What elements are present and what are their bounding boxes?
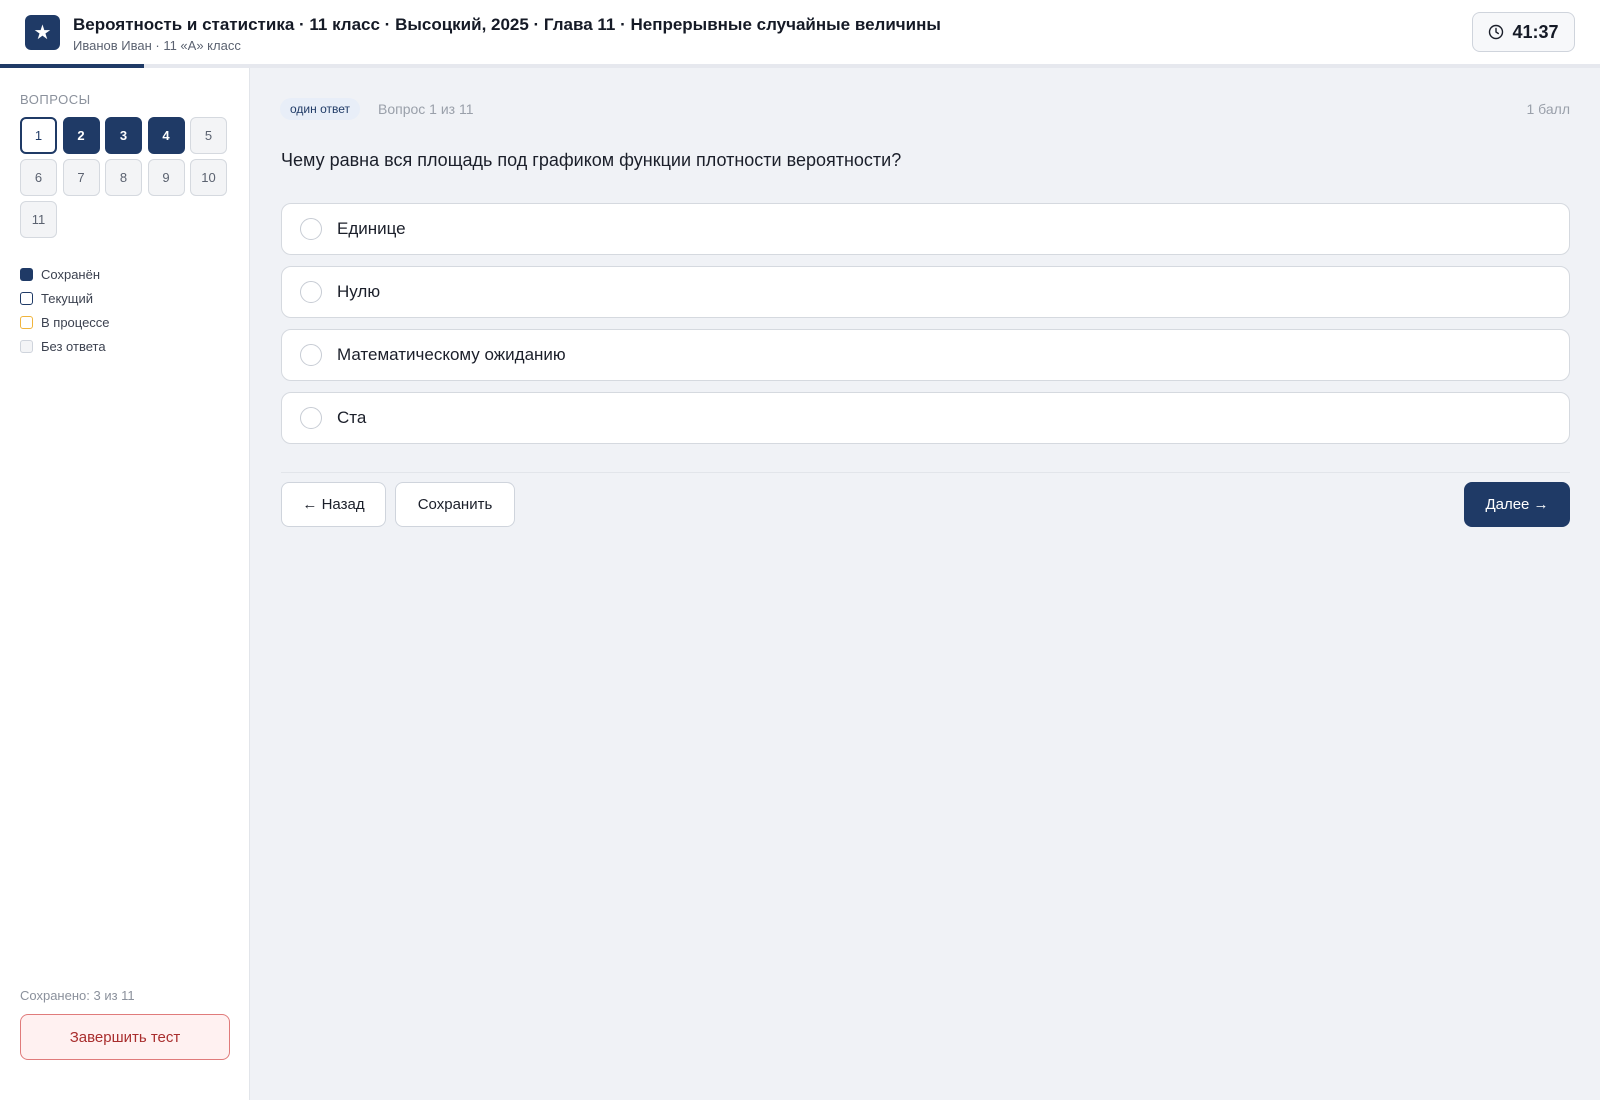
top-header: ★ Вероятность и статистика · 11 класс · …	[0, 0, 1600, 65]
clock-icon	[1489, 24, 1504, 40]
legend-current: Текущий	[20, 286, 110, 310]
save-button[interactable]: Сохранить	[395, 482, 515, 527]
legend-saved-label: Сохранён	[41, 266, 101, 282]
radio-button[interactable]	[300, 344, 322, 366]
question-nav-button[interactable]: 7	[62, 159, 100, 196]
question-text: Чему равна вся площадь под графиком функ…	[281, 150, 902, 170]
question-nav-button[interactable]: 4	[147, 117, 185, 154]
answer-option-label: Единице	[337, 219, 406, 238]
question-counter: Вопрос 1 из 11	[378, 101, 474, 117]
legend-current-swatch	[20, 291, 33, 305]
legend-in-progress-label: В процессе	[41, 314, 110, 330]
question-nav-button[interactable]: 8	[105, 159, 142, 196]
divider	[281, 472, 1570, 473]
back-button[interactable]: ← Назад	[281, 482, 386, 527]
timer-value: 41:37	[1512, 21, 1559, 42]
answer-option[interactable]: Единице	[281, 203, 1570, 255]
saved-count: Сохранено: 3 из 11	[20, 988, 135, 1003]
question-nav-button[interactable]: 6	[20, 159, 57, 196]
answer-option[interactable]: Нулю	[281, 266, 1570, 318]
legend-saved: Сохранён	[20, 262, 110, 286]
page-title: Вероятность и статистика · 11 класс · Вы…	[73, 15, 941, 34]
answer-option-label: Математическому ожиданию	[337, 345, 566, 364]
radio-button[interactable]	[300, 407, 322, 429]
question-nav-button[interactable]: 10	[190, 159, 227, 196]
question-panel: один ответ Вопрос 1 из 11 1 балл Чему ра…	[250, 68, 1600, 1100]
status-legend: Сохранён Текущий В процессе Без ответа	[20, 262, 110, 358]
finish-test-button[interactable]: Завершить тест	[20, 1014, 230, 1060]
legend-in-progress-swatch	[20, 315, 33, 329]
answer-type-badge: один ответ	[280, 98, 360, 120]
question-sidebar: ВОПРОСЫ 1 2 3 4 5 6 7 8 9 10 11 Сохранён Текущий В…	[0, 68, 250, 1100]
question-nav-button[interactable]: 1	[20, 117, 57, 154]
legend-no-answer: Без ответа	[20, 334, 110, 358]
answer-option[interactable]: Математическому ожиданию	[281, 329, 1570, 381]
answer-option-label: Ста	[337, 408, 367, 427]
question-nav-button[interactable]: 11	[20, 201, 57, 238]
question-nav-button[interactable]: 5	[190, 117, 227, 154]
legend-current-label: Текущий	[41, 290, 93, 306]
legend-in-progress: В процессе	[20, 310, 110, 334]
radio-button[interactable]	[300, 281, 322, 303]
legend-no-answer-swatch	[20, 339, 33, 353]
question-nav-button[interactable]: 3	[105, 117, 142, 154]
legend-no-answer-label: Без ответа	[41, 338, 106, 354]
question-nav-button[interactable]: 9	[147, 159, 185, 196]
question-nav-button[interactable]: 2	[62, 117, 100, 154]
answer-options: Единице Нулю Математическому ожиданию Ст…	[281, 203, 1570, 455]
timer: 41:37	[1472, 12, 1575, 52]
answer-option[interactable]: Ста	[281, 392, 1570, 444]
radio-button[interactable]	[300, 218, 322, 240]
student-info: Иванов Иван · 11 «А» класс	[73, 38, 241, 53]
question-points: 1 балл	[1526, 101, 1571, 117]
next-button[interactable]: Далее →	[1464, 482, 1570, 527]
questions-heading: ВОПРОСЫ	[20, 92, 91, 107]
legend-saved-swatch	[20, 267, 33, 281]
star-icon: ★	[25, 15, 60, 50]
answer-option-label: Нулю	[337, 282, 381, 301]
